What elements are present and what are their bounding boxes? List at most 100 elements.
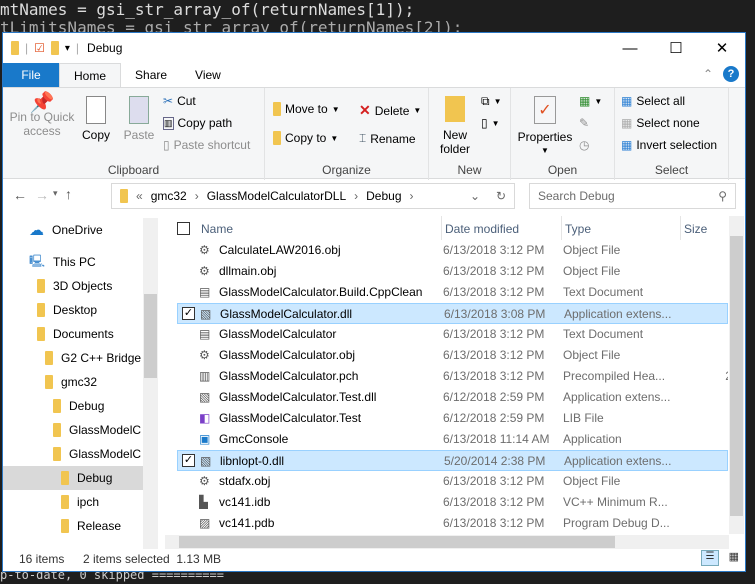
cut-button[interactable]: ✂ Cut: [163, 94, 196, 108]
file-row[interactable]: ✓ ▧ GlassModelCalculator.dll 6/13/2018 3:08…: [177, 303, 728, 324]
file-type: Precompiled Hea...: [563, 369, 666, 383]
nav-scroll-thumb[interactable]: [144, 294, 157, 378]
nav-item[interactable]: gmc32: [3, 370, 143, 394]
customize-quick-access-icon[interactable]: ▾: [65, 43, 70, 54]
tab-view[interactable]: View: [181, 63, 235, 87]
collapse-ribbon-icon[interactable]: ⌃: [703, 67, 713, 81]
file-row[interactable]: ✓ ▧ libnlopt-0.dll 5/20/2014 2:38 PM Applica…: [177, 450, 728, 471]
file-row[interactable]: ▧ GlassModelCalculator.Test.dll 6/12/2018 …: [177, 387, 728, 408]
column-header-size[interactable]: Size: [680, 216, 707, 240]
breadcrumb-debug[interactable]: Debug: [366, 189, 401, 203]
row-checkbox[interactable]: ✓: [182, 307, 195, 320]
file-name: vc141.pdb: [219, 516, 275, 530]
select-none-button[interactable]: ▦ Select none: [621, 116, 700, 130]
file-row[interactable]: ⚙ dllmain.obj 6/13/2018 3:12 PM Object File…: [177, 261, 728, 282]
nav-item[interactable]: GlassModelC: [3, 418, 143, 442]
select-all-checkbox[interactable]: [177, 222, 190, 235]
file-name: GlassModelCalculator: [219, 327, 337, 341]
search-input[interactable]: Search Debug ⚲: [529, 183, 736, 209]
column-header-type[interactable]: Type: [561, 216, 591, 240]
refresh-icon[interactable]: ↻: [496, 189, 506, 203]
copy-path-button[interactable]: ▥ Copy path: [163, 116, 232, 130]
select-all-button[interactable]: ▦ Select all: [621, 94, 685, 108]
file-type: Object File: [563, 474, 621, 488]
nav-item[interactable]: Debug: [3, 466, 143, 490]
maximize-button[interactable]: ☐: [653, 33, 699, 63]
new-item-icon: ⧉: [481, 94, 490, 108]
minimize-button[interactable]: —: [607, 33, 653, 63]
file-date: 6/13/2018 11:14 AM: [443, 432, 550, 446]
file-row[interactable]: ⚙ stdafx.obj 6/13/2018 3:12 PM Object File 2…: [177, 471, 728, 492]
file-date: 6/13/2018 3:12 PM: [443, 369, 545, 383]
nav-item[interactable]: 3D Objects: [3, 274, 143, 298]
properties-button[interactable]: ✓ Properties ▼: [517, 96, 573, 158]
paste-button[interactable]: Paste: [119, 96, 159, 142]
tab-file[interactable]: File: [3, 63, 59, 87]
nav-item-label: OneDrive: [52, 223, 103, 237]
address-dropdown-icon[interactable]: ⌄: [470, 189, 480, 203]
tab-share[interactable]: Share: [121, 63, 181, 87]
column-header-date[interactable]: Date modified: [441, 216, 519, 240]
folder-icon: [45, 375, 53, 389]
file-list-scrollbar[interactable]: [729, 216, 744, 534]
details-view-button[interactable]: ☰: [701, 550, 719, 566]
nav-item[interactable]: Documents: [3, 322, 143, 346]
address-bar[interactable]: « gmc32 › GlassModelCalculatorDLL › Debug ›…: [111, 183, 515, 209]
file-row[interactable]: ▥ GlassModelCalculator.pch 6/13/2018 3:12 …: [177, 366, 728, 387]
file-name: GlassModelCalculator.Test.dll: [219, 390, 377, 404]
breadcrumb-gmc32[interactable]: gmc32: [151, 189, 187, 203]
easy-access-button[interactable]: ▯ ▼: [481, 116, 500, 130]
file-row[interactable]: ▣ GmcConsole 6/13/2018 11:14 AM Application…: [177, 429, 728, 450]
file-row[interactable]: ▤ GlassModelCalculator.Build.CppClean 6/13…: [177, 282, 728, 303]
nav-item[interactable]: Desktop: [3, 298, 143, 322]
pin-to-quick-access-button[interactable]: 📌 Pin to Quick access: [7, 93, 77, 138]
large-icons-view-button[interactable]: ▦: [729, 550, 739, 563]
file-type: Object File: [563, 348, 621, 362]
back-icon[interactable]: ←: [13, 187, 27, 203]
computer-icon: 🖳: [29, 253, 46, 268]
copy-to-button[interactable]: Copy to ▼: [273, 131, 338, 145]
rename-button[interactable]: ⌶ Rename: [359, 131, 416, 146]
file-scroll-thumb[interactable]: [730, 236, 743, 516]
history-button[interactable]: ◷: [579, 138, 589, 152]
file-row[interactable]: ⚙ GlassModelCalculator.obj 6/13/2018 3:12 …: [177, 345, 728, 366]
delete-button[interactable]: ✕ Delete ▼: [359, 102, 421, 119]
open-button[interactable]: ▦ ▼: [579, 94, 602, 108]
file-row[interactable]: ▨ vc141.pdb 6/13/2018 3:12 PM Program Debug…: [177, 513, 728, 534]
copy-button[interactable]: Copy: [79, 96, 113, 142]
nav-item[interactable]: G2 C++ Bridge: [3, 346, 143, 370]
recent-locations-icon[interactable]: ▾: [53, 188, 58, 199]
row-checkbox[interactable]: ✓: [182, 454, 195, 467]
nav-item[interactable]: ☁ OneDrive: [3, 218, 143, 242]
nav-item-label: gmc32: [61, 375, 98, 389]
file-row[interactable]: ▙ vc141.idb 6/13/2018 3:12 PM VC++ Minimum …: [177, 492, 728, 513]
invert-selection-button[interactable]: ▦ Invert selection: [621, 138, 717, 152]
nav-scrollbar[interactable]: [143, 218, 158, 549]
properties-quick-icon[interactable]: ☑: [34, 41, 45, 55]
file-size: 37: [682, 261, 728, 282]
close-button[interactable]: ✕: [699, 33, 745, 63]
file-row[interactable]: ◧ GlassModelCalculator.Test 6/12/2018 2:59…: [177, 408, 728, 429]
breadcrumb-glassmodelcalculatordll[interactable]: GlassModelCalculatorDLL: [207, 189, 346, 203]
new-item-button[interactable]: ⧉ ▼: [481, 94, 502, 109]
nav-item[interactable]: Debug: [3, 394, 143, 418]
nav-item[interactable]: Release: [3, 514, 143, 538]
forward-icon[interactable]: →: [35, 187, 49, 203]
new-group: New folder ⧉ ▼ ▯ ▼ New: [429, 88, 511, 180]
edit-button[interactable]: ✎: [579, 116, 589, 130]
paste-shortcut-button[interactable]: ▯ Paste shortcut: [163, 138, 250, 152]
new-folder-quick-icon[interactable]: [50, 41, 59, 55]
up-icon[interactable]: ↑: [65, 186, 72, 202]
new-folder-button[interactable]: New folder: [435, 96, 475, 156]
file-row[interactable]: ⚙ CalculateLAW2016.obj 6/13/2018 3:12 PM Ob…: [177, 240, 728, 261]
breadcrumb-overflow[interactable]: «: [136, 189, 143, 203]
nav-item[interactable]: ipch: [3, 490, 143, 514]
nav-item[interactable]: 🖳 This PC: [3, 250, 143, 274]
column-header-name[interactable]: Name: [201, 216, 233, 240]
nav-item[interactable]: GlassModelC: [3, 442, 143, 466]
move-to-button[interactable]: Move to ▼: [273, 102, 340, 116]
select-none-icon: ▦: [621, 116, 633, 130]
help-icon[interactable]: ?: [723, 66, 739, 82]
tab-home[interactable]: Home: [59, 63, 122, 87]
file-row[interactable]: ▤ GlassModelCalculator 6/13/2018 3:12 PM Te…: [177, 324, 728, 345]
